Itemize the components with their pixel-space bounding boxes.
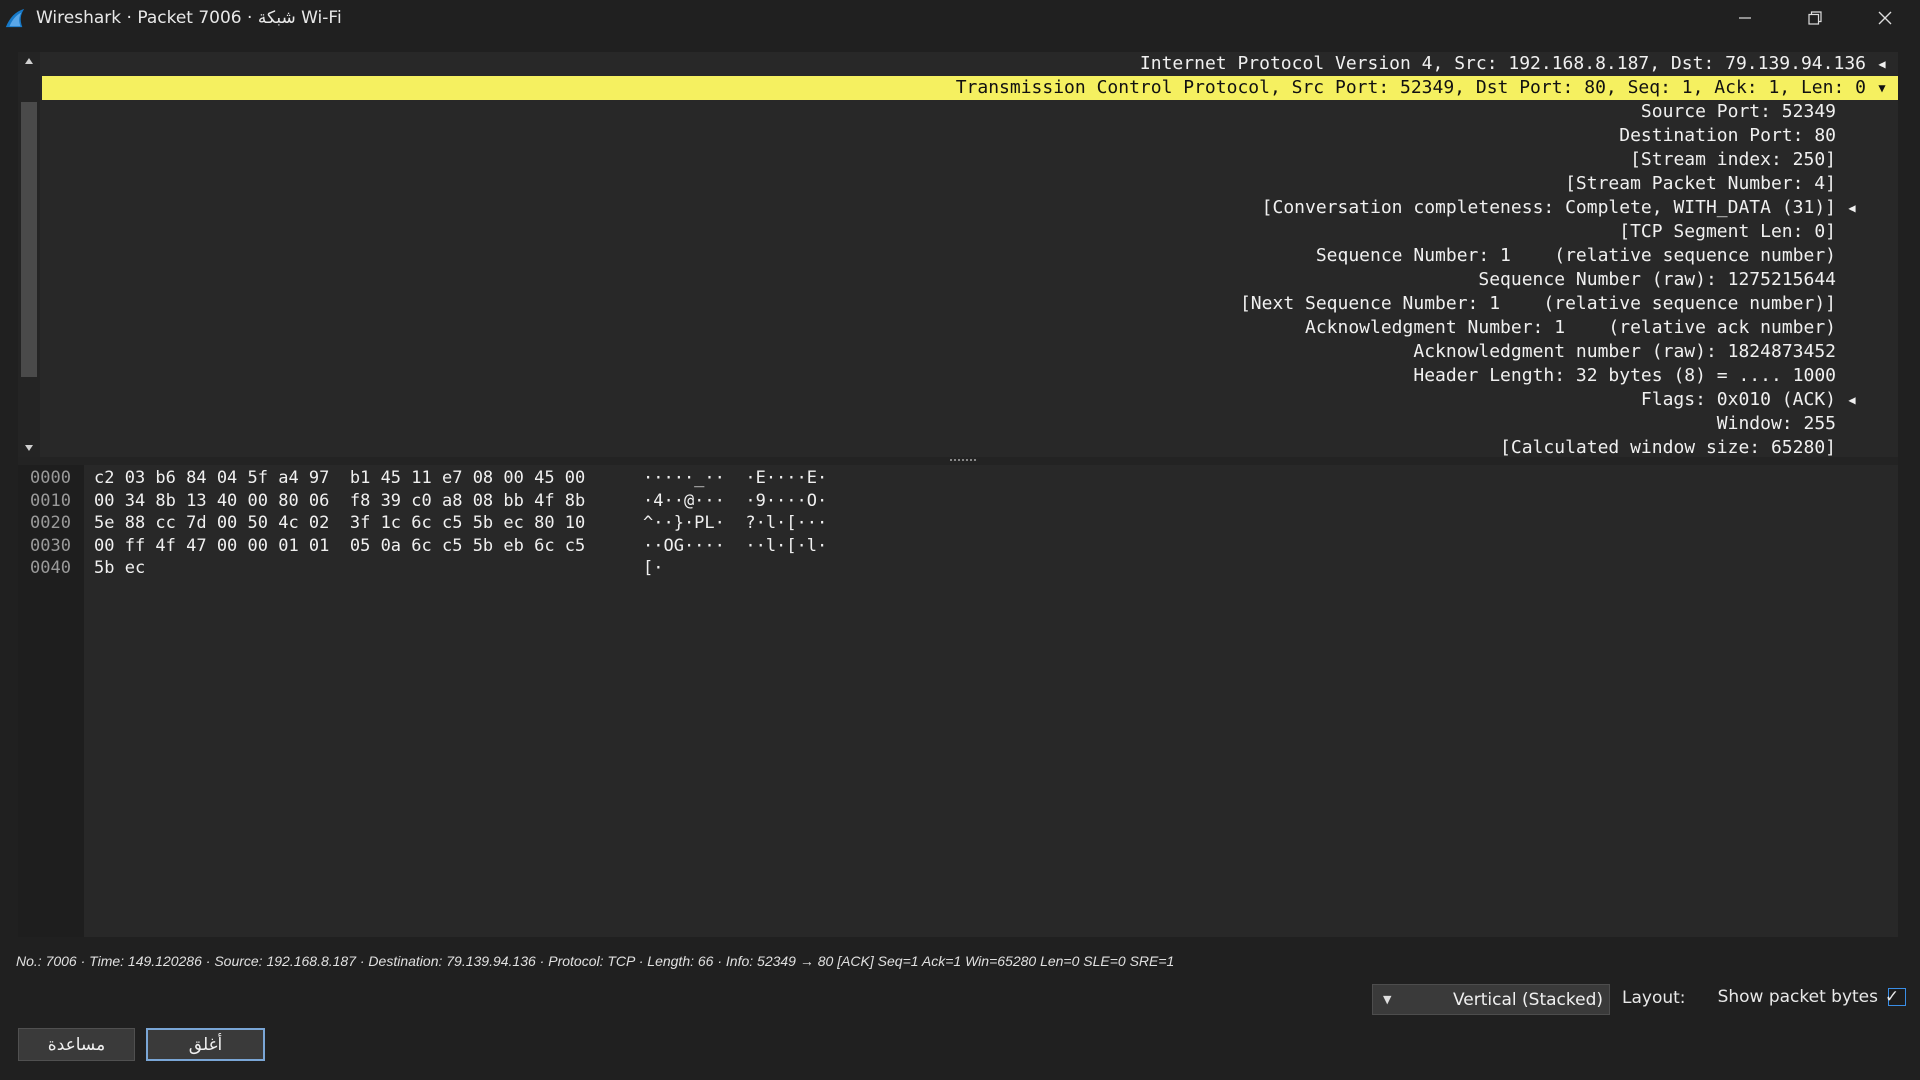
title-bar: Wireshark · Packet 7006 · شبكة Wi-Fi — [0, 0, 1920, 36]
tree-row-text: Destination Port: 80 — [1619, 125, 1836, 146]
byte-ascii-row[interactable]: ··OG···· ··l·[·l· — [643, 535, 827, 558]
tree-row-text: [TCP Segment Len: 0] — [1619, 221, 1836, 242]
layout-label: Layout: — [1622, 988, 1686, 1008]
help-button[interactable]: مساعدة — [18, 1028, 135, 1061]
show-packet-bytes-label: Show packet bytes — [1717, 987, 1878, 1007]
tree-row[interactable]: Sequence Number: 1 (relative sequence nu… — [42, 244, 1898, 268]
packet-bytes-pane[interactable]: 0000 0010 0020 0030 0040 c2 03 b6 84 04 5f a… — [18, 465, 1898, 937]
tree-row-text: Sequence Number: 1 (relative sequence nu… — [1315, 245, 1836, 266]
chevron-down-icon: ▼ — [1383, 993, 1392, 1006]
tree-row-text: Acknowledgment Number: 1 (relative ack n… — [1304, 317, 1836, 338]
byte-hex-row[interactable]: 5e 88 cc 7d 00 50 4c 02 3f 1c 6c c5 5b e… — [94, 512, 585, 535]
tree-row[interactable]: Acknowledgment Number: 1 (relative ack n… — [42, 316, 1898, 340]
tree-row-text: [Conversation completeness: Complete, WI… — [1261, 197, 1836, 218]
byte-offset: 0030 — [30, 535, 71, 556]
tree-row[interactable]: Flags: 0x010 (ACK) ◀ — [42, 388, 1898, 412]
packet-details-tree[interactable]: Internet Protocol Version 4, Src: 192.16… — [18, 52, 1898, 457]
tree-row-text: [Stream index: 250] — [1630, 149, 1836, 170]
packet-summary-status: No.: 7006 · Time: 149.120286 · Source: 1… — [16, 953, 1175, 969]
tree-row-text: Flags: 0x010 (ACK) — [1640, 389, 1836, 410]
expand-arrow-left-icon[interactable]: ◀ — [1844, 388, 1860, 412]
close-window-button[interactable] — [1850, 0, 1920, 36]
details-scrollbar[interactable] — [18, 52, 40, 457]
show-packet-bytes-toggle[interactable]: Show packet bytes ✓ — [1718, 987, 1906, 1007]
window-title: Wireshark · Packet 7006 · شبكة Wi-Fi — [36, 8, 342, 28]
close-button[interactable]: أغلق — [146, 1028, 265, 1061]
tree-row-text: Transmission Control Protocol, Src Port:… — [955, 77, 1866, 98]
tree-row[interactable]: Window: 255 — [42, 412, 1898, 436]
byte-offset: 0040 — [30, 558, 71, 578]
tree-row-text: Window: 255 — [1716, 413, 1836, 434]
byte-hex-row[interactable]: c2 03 b6 84 04 5f a4 97 b1 45 11 e7 08 0… — [94, 467, 585, 490]
expand-arrow-left-icon[interactable]: ◀ — [1844, 196, 1860, 220]
ascii-column[interactable]: ·····_·· ·E····E· ·4··@··· ·9····O· ^··}·P… — [643, 467, 827, 580]
tree-row[interactable]: Acknowledgment number (raw): 1824873452 — [42, 340, 1898, 364]
expand-arrow-left-icon[interactable]: ◀ — [1874, 52, 1890, 76]
tree-row-text: Sequence Number (raw): 1275215644 — [1478, 269, 1836, 290]
details-tree-lines: Internet Protocol Version 4, Src: 192.16… — [42, 52, 1898, 457]
scroll-down-arrow-icon[interactable] — [18, 439, 40, 457]
close-icon — [1878, 11, 1892, 25]
byte-hex-row[interactable]: 00 ff 4f 47 00 00 01 01 05 0a 6c c5 5b e… — [94, 535, 585, 558]
tree-row[interactable]: Header Length: 32 bytes (8) = .... 1000 — [42, 364, 1898, 388]
tree-row[interactable]: Source Port: 52349 — [42, 100, 1898, 124]
byte-ascii-row[interactable]: [· — [643, 557, 827, 580]
byte-ascii-row[interactable]: ^··}·PL· ?·l·[··· — [643, 512, 827, 535]
pane-splitter[interactable] — [18, 457, 1898, 465]
layout-dropdown[interactable]: ▼ Vertical (Stacked) — [1372, 984, 1610, 1015]
byte-offset: 0020 — [30, 513, 71, 533]
checkmark-icon: ✓ — [1884, 987, 1900, 1007]
tree-row[interactable]: Transmission Control Protocol, Src Port:… — [42, 76, 1898, 100]
window-controls — [1710, 0, 1920, 36]
splitter-grip-icon[interactable] — [950, 459, 976, 464]
tree-row-text: [Stream Packet Number: 4] — [1565, 173, 1836, 194]
layout-dropdown-value: Vertical (Stacked) — [1452, 989, 1603, 1010]
tree-row[interactable]: [Stream Packet Number: 4] — [42, 172, 1898, 196]
tree-row[interactable]: Destination Port: 80 — [42, 124, 1898, 148]
minimize-icon — [1739, 17, 1751, 19]
tree-row[interactable]: [Stream index: 250] — [42, 148, 1898, 172]
tree-row-text: Acknowledgment number (raw): 1824873452 — [1413, 341, 1836, 362]
restore-button[interactable] — [1780, 0, 1850, 36]
byte-offset: 0000 — [30, 468, 71, 488]
byte-ascii-row[interactable]: ·····_·· ·E····E· — [643, 467, 827, 490]
minimize-button[interactable] — [1710, 0, 1780, 36]
expand-arrow-down-icon[interactable]: ▼ — [1874, 76, 1890, 100]
tree-row[interactable]: [Calculated window size: 65280] — [42, 436, 1898, 457]
restore-icon — [1808, 11, 1822, 25]
tree-row[interactable]: Internet Protocol Version 4, Src: 192.16… — [42, 52, 1898, 76]
byte-ascii-row[interactable]: ·4··@··· ·9····O· — [643, 490, 827, 513]
tree-row-text: Source Port: 52349 — [1640, 101, 1836, 122]
tree-row[interactable]: [Next Sequence Number: 1 (relative seque… — [42, 292, 1898, 316]
tree-row[interactable]: Sequence Number (raw): 1275215644 — [42, 268, 1898, 292]
offset-column: 0000 0010 0020 0030 0040 — [18, 465, 84, 937]
wireshark-fin-icon — [5, 8, 25, 28]
scroll-up-arrow-icon[interactable] — [18, 52, 40, 70]
byte-hex-row[interactable]: 5b ec — [94, 557, 585, 580]
tree-row-text: Header Length: 32 bytes (8) = .... 1000 — [1413, 365, 1836, 386]
show-packet-bytes-checkbox[interactable]: ✓ — [1884, 987, 1906, 1007]
byte-offset: 0010 — [30, 490, 71, 511]
tree-row-text: [Next Sequence Number: 1 (relative seque… — [1239, 293, 1836, 314]
hex-column[interactable]: c2 03 b6 84 04 5f a4 97 b1 45 11 e7 08 0… — [94, 467, 585, 580]
tree-row[interactable]: [TCP Segment Len: 0] — [42, 220, 1898, 244]
tree-row-text: Internet Protocol Version 4, Src: 192.16… — [1139, 53, 1866, 74]
scrollbar-thumb[interactable] — [21, 102, 37, 377]
tree-row[interactable]: [Conversation completeness: Complete, WI… — [42, 196, 1898, 220]
tree-row-text: [Calculated window size: 65280] — [1500, 437, 1836, 457]
byte-hex-row[interactable]: 00 34 8b 13 40 00 80 06 f8 39 c0 a8 08 b… — [94, 490, 585, 513]
